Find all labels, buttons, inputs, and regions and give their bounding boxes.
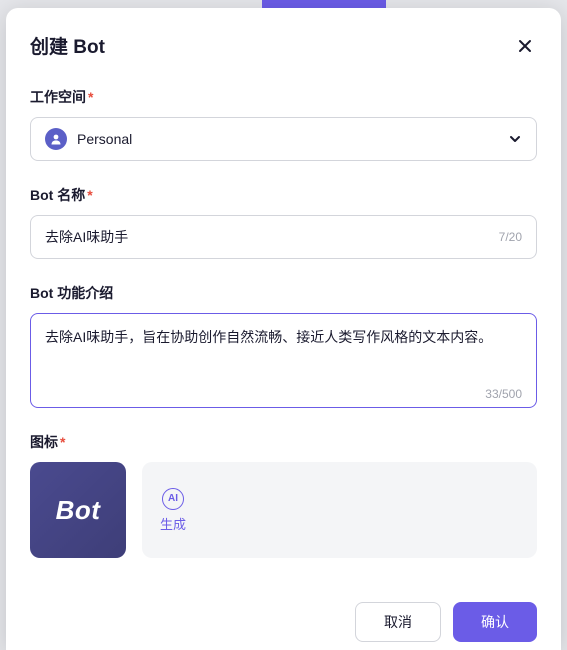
workspace-label-text: 工作空间	[30, 89, 86, 105]
required-asterisk: *	[60, 434, 65, 450]
workspace-field: 工作空间* Personal	[30, 87, 537, 161]
bot-description-field: Bot 功能介绍 去除AI味助手，旨在协助创作自然流畅、接近人类写作风格的文本内…	[30, 283, 537, 408]
workspace-value: Personal	[77, 131, 508, 147]
bot-name-input-wrap: 7/20	[30, 215, 537, 259]
modal-header: 创建 Bot	[30, 32, 537, 59]
bot-description-label: Bot 功能介绍	[30, 283, 537, 303]
ai-icon: AI	[162, 488, 184, 510]
modal-title: 创建 Bot	[30, 32, 105, 59]
bot-name-input[interactable]	[45, 229, 491, 245]
bot-name-field: Bot 名称* 7/20	[30, 185, 537, 259]
icon-options-panel: AI 生成	[142, 462, 537, 558]
icon-row: Bot AI 生成	[30, 462, 537, 558]
icon-preview[interactable]: Bot	[30, 462, 126, 558]
required-asterisk: *	[87, 187, 92, 203]
confirm-button[interactable]: 确认	[453, 602, 537, 642]
icon-label-text: 图标	[30, 434, 58, 450]
bot-name-char-count: 7/20	[499, 230, 522, 244]
cancel-button[interactable]: 取消	[355, 602, 441, 642]
bot-name-label-text: Bot 名称	[30, 187, 85, 203]
required-asterisk: *	[88, 89, 93, 105]
bot-description-input[interactable]: 去除AI味助手，旨在协助创作自然流畅、接近人类写作风格的文本内容。	[45, 326, 522, 378]
bot-description-wrap: 去除AI味助手，旨在协助创作自然流畅、接近人类写作风格的文本内容。 33/500	[30, 313, 537, 408]
bot-name-label: Bot 名称*	[30, 185, 537, 205]
modal-footer: 取消 确认	[30, 582, 537, 642]
chevron-down-icon	[508, 132, 522, 146]
bot-description-char-count: 33/500	[45, 387, 522, 401]
workspace-select[interactable]: Personal	[30, 117, 537, 161]
close-icon	[517, 38, 533, 54]
close-button[interactable]	[513, 34, 537, 58]
generate-label: 生成	[160, 514, 186, 533]
generate-icon-button[interactable]: AI 生成	[160, 488, 186, 533]
icon-label: 图标*	[30, 432, 537, 452]
create-bot-modal: 创建 Bot 工作空间* Personal Bot 名称* 7/20 Bot 功…	[6, 8, 561, 650]
icon-field: 图标* Bot AI 生成	[30, 432, 537, 558]
workspace-label: 工作空间*	[30, 87, 537, 107]
icon-preview-text: Bot	[56, 495, 101, 526]
person-icon	[45, 128, 67, 150]
